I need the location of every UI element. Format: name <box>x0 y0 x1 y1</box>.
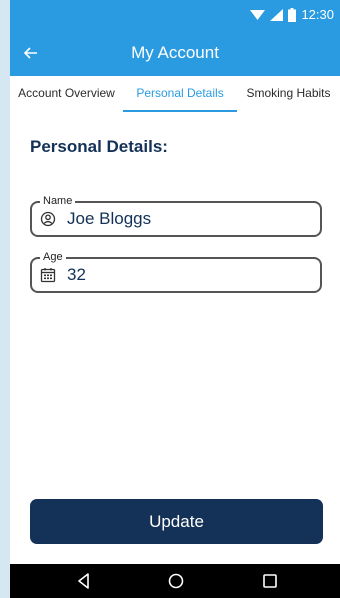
phone-screen: 12:30 My Account Account Overview Person… <box>10 0 340 598</box>
update-button[interactable]: Update <box>30 499 323 544</box>
age-field-label: Age <box>40 250 66 264</box>
tab-personal-details[interactable]: Personal Details <box>123 76 237 112</box>
tab-smoking-habits[interactable]: Smoking Habits <box>237 76 340 112</box>
app-bar: My Account <box>10 30 340 76</box>
battery-icon <box>288 7 297 22</box>
nav-home-icon[interactable] <box>166 571 186 591</box>
tab-bar: Account Overview Personal Details Smokin… <box>10 76 340 112</box>
section-title: Personal Details: <box>30 137 168 156</box>
age-field-value: 32 <box>67 265 86 284</box>
age-field[interactable]: Age 32 <box>30 250 322 293</box>
nav-recent-icon[interactable] <box>260 571 280 591</box>
name-field[interactable]: Name Joe Bloggs <box>30 194 322 237</box>
user-circle-icon <box>40 211 56 227</box>
name-field-label: Name <box>40 194 76 208</box>
page-edge-strip <box>0 0 10 598</box>
status-icons: 12:30 <box>250 7 334 22</box>
name-field-value: Joe Bloggs <box>67 209 152 228</box>
status-time: 12:30 <box>301 7 334 22</box>
page-title: My Account <box>131 43 219 62</box>
calendar-icon <box>40 268 56 283</box>
status-bar: 12:30 <box>10 0 340 30</box>
system-nav-bar <box>10 564 340 598</box>
signal-icon <box>270 8 284 21</box>
wifi-icon <box>250 9 266 20</box>
tab-account-overview[interactable]: Account Overview <box>10 76 123 112</box>
nav-back-icon[interactable] <box>74 571 94 591</box>
